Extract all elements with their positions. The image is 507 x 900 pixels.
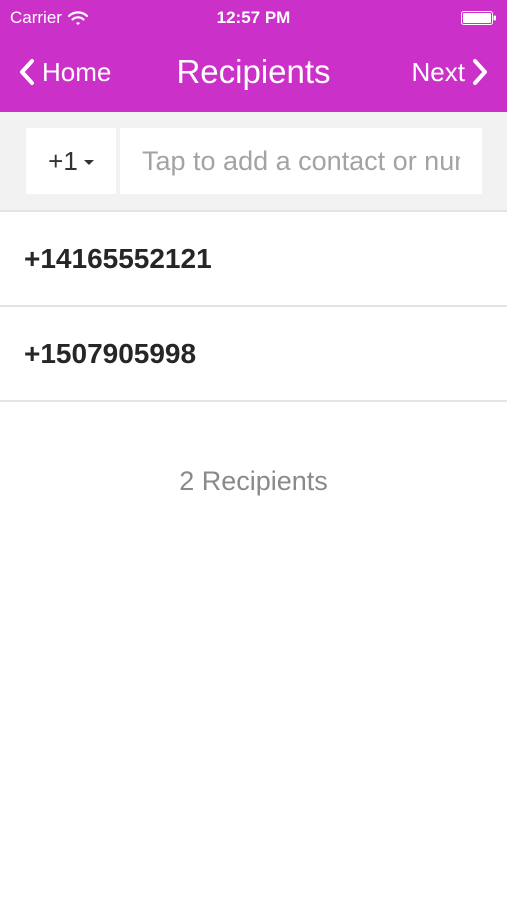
header: Carrier 12:57 PM Home Recipients Next <box>0 0 507 112</box>
recipient-number: +1507905998 <box>24 337 197 369</box>
next-button[interactable]: Next <box>412 52 489 92</box>
recipient-row[interactable]: +1507905998 <box>0 307 507 402</box>
chevron-right-icon <box>473 59 487 85</box>
recipient-list: +14165552121 +1507905998 <box>0 212 507 402</box>
recipient-count: 2 Recipients <box>179 466 328 496</box>
search-area: +1 <box>0 112 507 212</box>
country-code-label: +1 <box>48 145 78 176</box>
contact-search-input[interactable] <box>120 128 482 194</box>
recipient-row[interactable]: +14165552121 <box>0 212 507 307</box>
back-button[interactable]: Home <box>18 52 111 92</box>
chevron-left-icon <box>20 59 34 85</box>
battery-icon <box>461 11 496 25</box>
country-code-selector[interactable]: +1 <box>26 128 116 194</box>
back-button-label: Home <box>42 56 112 87</box>
recipients-screen: Carrier 12:57 PM Home Recipients Next +1… <box>0 0 507 900</box>
next-button-label: Next <box>411 56 465 87</box>
nav-bar: Home Recipients Next <box>0 36 507 112</box>
caret-down-icon <box>83 160 94 165</box>
recipient-number: +14165552121 <box>24 242 212 274</box>
status-bar: Carrier 12:57 PM <box>0 0 507 36</box>
status-time: 12:57 PM <box>216 8 291 27</box>
